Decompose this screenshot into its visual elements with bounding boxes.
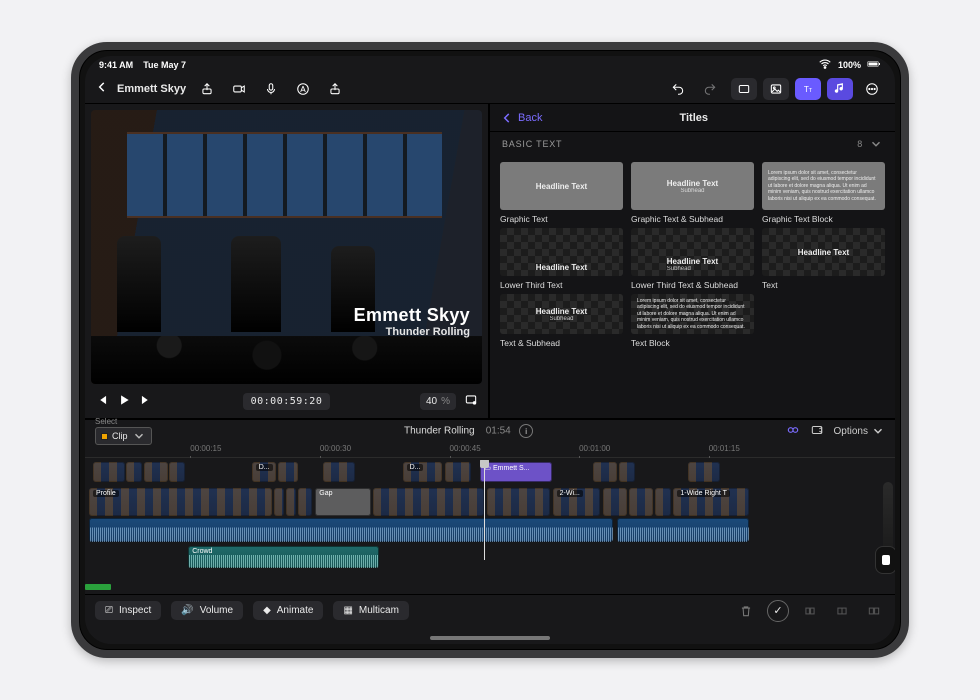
timeline-duration: 01:54 <box>486 426 511 437</box>
audio-browser-icon[interactable] <box>827 78 853 100</box>
main-toolbar: Emmett Skyy TT <box>85 74 895 104</box>
browser-back-button[interactable]: Back <box>500 111 542 125</box>
keyframe-icon: ◆ <box>263 605 271 616</box>
sliders-icon: ⎚ <box>105 605 113 616</box>
ruler-tick: 00:00:15 <box>190 444 221 453</box>
title-preset[interactable]: Headline TextSubhead <box>631 228 754 276</box>
browser-back-label: Back <box>518 112 542 124</box>
browser-section-toggle[interactable]: 8 <box>857 137 883 151</box>
playhead[interactable] <box>484 460 485 560</box>
wifi-icon <box>818 57 832 73</box>
svg-text:T: T <box>809 87 813 93</box>
title-preset-label: Text <box>762 280 885 290</box>
play-icon[interactable] <box>117 393 131 410</box>
timeline-pane: Select Clip Thunder Rolling 01:54 i <box>85 418 895 644</box>
undo-icon[interactable] <box>665 78 691 100</box>
home-indicator[interactable] <box>430 636 550 640</box>
zoom-unit: % <box>441 396 450 407</box>
status-left: 9:41 AM Tue May 7 <box>99 60 186 70</box>
tool-b-icon[interactable] <box>831 601 853 621</box>
zoom-control[interactable]: 40 % <box>420 393 456 410</box>
title-preset-label: Text & Subhead <box>500 338 623 348</box>
inspect-button[interactable]: ⎚Inspect <box>95 601 161 620</box>
timeline-index-icon[interactable] <box>810 423 824 440</box>
view-options-icon[interactable] <box>464 393 478 410</box>
redo-icon[interactable] <box>697 78 723 100</box>
next-frame-icon[interactable] <box>139 393 153 410</box>
photos-browser-icon[interactable] <box>763 78 789 100</box>
select-mode-label: Select <box>95 417 152 426</box>
zoom-value: 40 <box>426 396 437 407</box>
titles-browser-icon[interactable]: TT <box>795 78 821 100</box>
overlay-title-text: Emmett Skyy <box>354 305 470 326</box>
titles-browser: Back Titles BASIC TEXT 8 Headline Text Gr… <box>490 104 895 418</box>
title-preset-label: Lower Third Text & Subhead <box>631 280 754 290</box>
titles-grid: Headline Text Graphic Text Headline TextSu… <box>490 156 895 418</box>
camera-import-icon[interactable] <box>226 78 252 100</box>
grid-icon: ▦ <box>343 605 352 616</box>
prev-frame-icon[interactable] <box>95 393 109 410</box>
voiceover-icon[interactable] <box>258 78 284 100</box>
ruler-tick: 00:00:30 <box>320 444 351 453</box>
link-icon[interactable] <box>786 423 800 440</box>
transport-bar: 00:00:59:20 40 % <box>85 384 488 418</box>
confirm-icon[interactable]: ✓ <box>767 600 789 622</box>
more-icon[interactable] <box>859 78 885 100</box>
title-preset[interactable]: Headline Text <box>762 228 885 276</box>
animate-button[interactable]: ◆Animate <box>253 601 323 620</box>
timeline-name: Thunder Rolling <box>404 426 475 437</box>
clip-color-swatch <box>101 433 108 440</box>
title-preset[interactable]: Lorem ipsum dolor sit amet, consectetur … <box>631 294 754 334</box>
status-time: 9:41 AM <box>99 60 133 70</box>
export-icon[interactable] <box>322 78 348 100</box>
title-preset[interactable]: Headline TextSubhead <box>500 294 623 334</box>
status-bar: 9:41 AM Tue May 7 100% <box>85 56 895 74</box>
media-browser-icon[interactable] <box>731 78 757 100</box>
back-icon[interactable] <box>95 80 109 97</box>
ruler-tick: 00:01:00 <box>579 444 610 453</box>
multicam-button[interactable]: ▦Multicam <box>333 601 408 620</box>
timeline-options-button[interactable]: Options <box>834 424 885 438</box>
marker-green[interactable] <box>85 584 111 590</box>
tool-c-icon[interactable] <box>863 601 885 621</box>
title-preset[interactable]: Headline TextSubhead <box>631 162 754 210</box>
ruler-tick: 00:01:15 <box>709 444 740 453</box>
battery-text: 100% <box>838 60 861 70</box>
share-icon[interactable] <box>194 78 220 100</box>
browser-title: Titles <box>550 112 837 124</box>
title-preset-label: Lower Third Text <box>500 280 623 290</box>
text-tool-icon[interactable] <box>290 78 316 100</box>
speaker-icon: 🔊 <box>181 605 193 616</box>
trash-icon[interactable] <box>735 601 757 621</box>
viewer-canvas[interactable]: Emmett Skyy Thunder Rolling <box>91 110 482 384</box>
app-screen: 9:41 AM Tue May 7 100% Emmett Skyy <box>85 56 895 644</box>
overlay-subtitle-text: Thunder Rolling <box>354 326 470 338</box>
timeline-tracks[interactable]: D... D... ▭ Emmett S... Profile G <box>85 460 895 592</box>
ipad-frame: 9:41 AM Tue May 7 100% Emmett Skyy <box>71 42 909 658</box>
title-preset[interactable]: Headline Text <box>500 162 623 210</box>
timeline-ruler[interactable]: 00:00:15 00:00:30 00:00:45 00:01:00 00:01:15 <box>85 442 895 458</box>
title-overlay: Emmett Skyy Thunder Rolling <box>354 305 470 338</box>
status-date: Tue May 7 <box>143 60 186 70</box>
title-preset[interactable]: Headline Text <box>500 228 623 276</box>
title-preset-label: Graphic Text <box>500 214 623 224</box>
browser-section-label: BASIC TEXT <box>502 139 562 149</box>
ruler-tick: 00:00:45 <box>450 444 481 453</box>
jog-wheel[interactable] <box>875 546 895 574</box>
project-title: Emmett Skyy <box>117 83 186 95</box>
tool-a-icon[interactable] <box>799 601 821 621</box>
timecode-display[interactable]: 00:00:59:20 <box>243 393 331 410</box>
battery-icon <box>867 57 881 73</box>
info-icon[interactable]: i <box>519 424 533 438</box>
title-preset[interactable]: Lorem ipsum dolor sit amet, consectetur … <box>762 162 885 210</box>
title-preset-label: Graphic Text & Subhead <box>631 214 754 224</box>
timeline-footer: ⎚Inspect 🔊Volume ◆Animate ▦Multicam ✓ <box>85 594 895 626</box>
title-preset-label: Graphic Text Block <box>762 214 885 224</box>
title-preset-label: Text Block <box>631 338 754 348</box>
viewer-pane: Emmett Skyy Thunder Rolling 00:00:59:20 … <box>85 104 490 418</box>
volume-button[interactable]: 🔊Volume <box>171 601 243 620</box>
